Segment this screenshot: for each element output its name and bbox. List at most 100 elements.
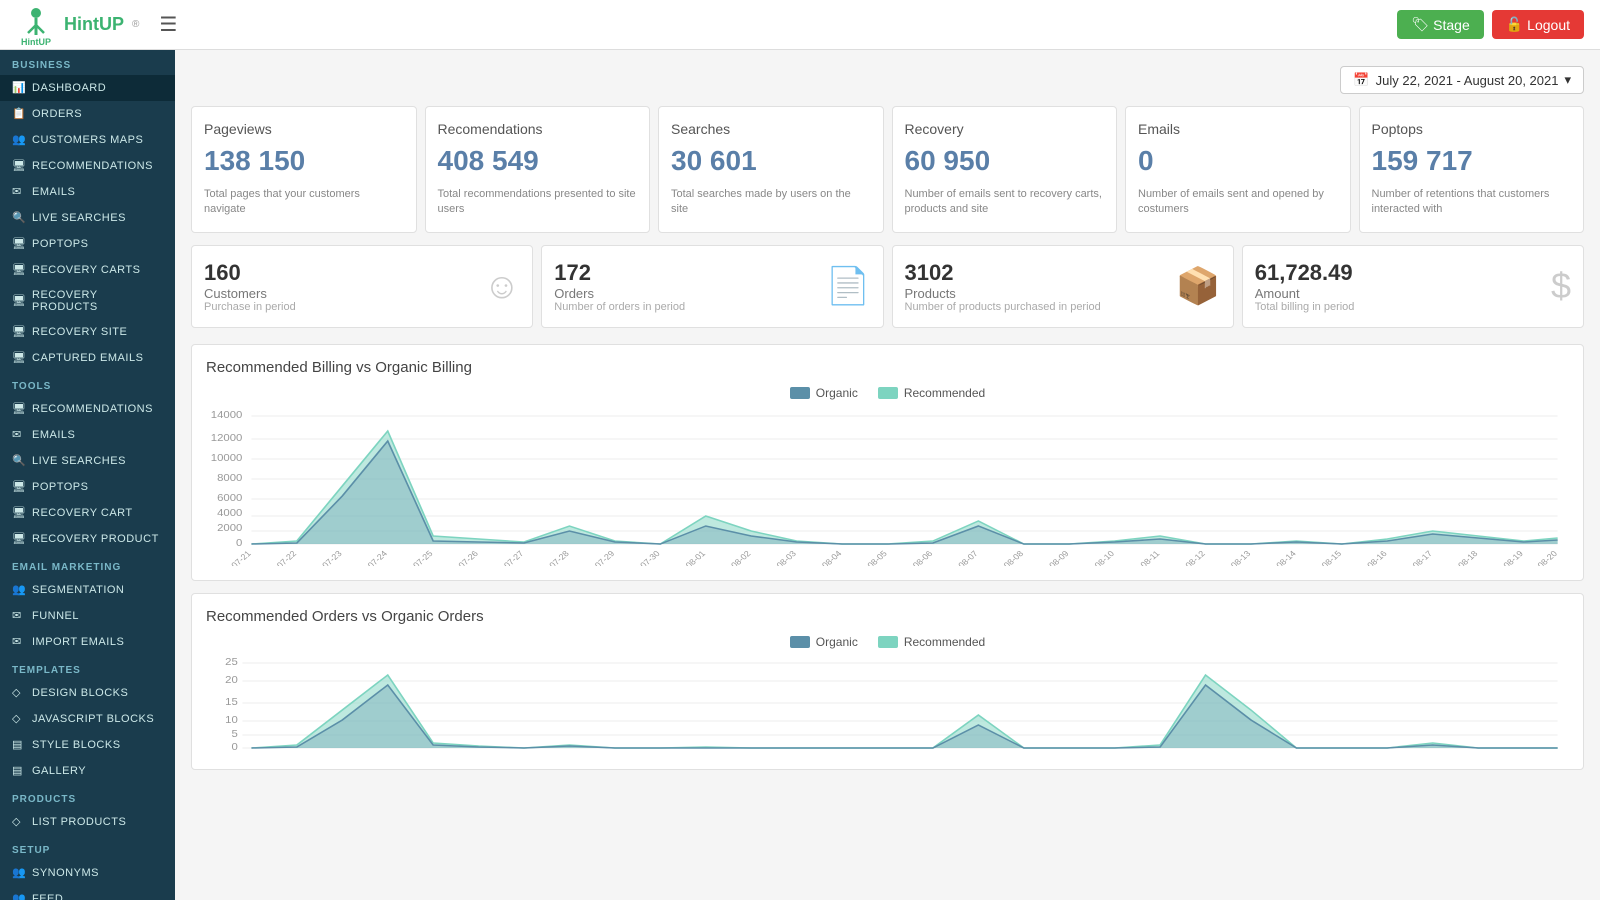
customers-num: 160 bbox=[204, 260, 296, 286]
feed-icon: 👥 bbox=[12, 892, 26, 900]
tools-live-icon: 🔍 bbox=[12, 454, 26, 468]
sidebar-item-recommendations[interactable]: 🖥RECOMMENDATIONS bbox=[0, 153, 175, 179]
top-header: HintUP HintUP ® ☰ 🏷 Stage 🔓 Logout bbox=[0, 0, 1600, 50]
svg-text:10000: 10000 bbox=[211, 452, 243, 463]
poptops-icon: 🖥 bbox=[12, 237, 26, 251]
svg-text:2000: 2000 bbox=[217, 522, 242, 533]
sidebar-item-funnel[interactable]: ✉FUNNEL bbox=[0, 603, 175, 629]
sidebar-item-style-blocks[interactable]: ▤STYLE BLOCKS bbox=[0, 732, 175, 758]
stat-card-emails: Emails 0 Number of emails sent and opene… bbox=[1125, 106, 1351, 233]
svg-text:2021-08-02: 2021-08-02 bbox=[712, 548, 753, 565]
products-sublabel: Number of products purchased in period bbox=[905, 301, 1101, 313]
sidebar-item-feed[interactable]: 👥FEED bbox=[0, 886, 175, 900]
sidebar-item-design-blocks[interactable]: ◇DESIGN BLOCKS bbox=[0, 680, 175, 706]
date-picker-row: 📅 July 22, 2021 - August 20, 2021 ▾ bbox=[191, 66, 1584, 94]
orders-icon: 📄 bbox=[826, 265, 871, 307]
legend-organic: Organic bbox=[790, 386, 858, 400]
chart1-recommended-line bbox=[251, 431, 1557, 544]
chart1-legend: Organic Recommended bbox=[206, 386, 1569, 400]
svg-text:2021-08-13: 2021-08-13 bbox=[1212, 548, 1253, 565]
design-blocks-icon: ◇ bbox=[12, 686, 26, 700]
chart1-title: Recommended Billing vs Organic Billing bbox=[206, 359, 1569, 376]
svg-text:2021-08-19: 2021-08-19 bbox=[1485, 548, 1526, 565]
sidebar-item-customers-maps[interactable]: 👥CUSTOMERS MAPS bbox=[0, 127, 175, 153]
sidebar-item-tools-recovery-product[interactable]: 🖥RECOVERY PRODUCT bbox=[0, 526, 175, 552]
sidebar-item-live-searches[interactable]: 🔍LIVE SEARCHES bbox=[0, 205, 175, 231]
stage-button[interactable]: 🏷 Stage bbox=[1397, 10, 1483, 39]
amount-label: Amount bbox=[1255, 286, 1355, 301]
products-label: Products bbox=[905, 286, 1101, 301]
chart1-container: 14000 12000 10000 8000 6000 4000 2000 0 bbox=[206, 406, 1569, 566]
date-picker-button[interactable]: 📅 July 22, 2021 - August 20, 2021 ▾ bbox=[1340, 66, 1584, 94]
sidebar-item-tools-recommendations[interactable]: 🖥RECOMMENDATIONS bbox=[0, 396, 175, 422]
sidebar-section-business: BUSINESS bbox=[0, 50, 175, 75]
recovery-desc: Number of emails sent to recovery carts,… bbox=[905, 187, 1105, 218]
svg-text:0: 0 bbox=[231, 741, 237, 752]
chart2-recommended-line bbox=[251, 675, 1557, 748]
stage-icon: 🏷 bbox=[1411, 16, 1429, 33]
sidebar: BUSINESS 📊DASHBOARD 📋ORDERS 👥CUSTOMERS M… bbox=[0, 50, 175, 900]
chart1-recommended-area bbox=[251, 431, 1557, 544]
customers-maps-icon: 👥 bbox=[12, 133, 26, 147]
sidebar-item-tools-emails[interactable]: ✉EMAILS bbox=[0, 422, 175, 448]
svg-text:2021-08-18: 2021-08-18 bbox=[1439, 548, 1480, 565]
pageviews-title: Pageviews bbox=[204, 121, 404, 137]
pageviews-desc: Total pages that your customers navigate bbox=[204, 187, 404, 218]
logo-text: HintUP bbox=[64, 14, 124, 35]
chart2-svg: 25 20 15 10 5 0 bbox=[206, 655, 1569, 755]
sidebar-item-recovery-site[interactable]: 🖥RECOVERY SITE bbox=[0, 319, 175, 345]
svg-text:HintUP: HintUP bbox=[21, 37, 51, 45]
chevron-down-icon: ▾ bbox=[1564, 72, 1571, 88]
svg-text:2021-08-01: 2021-08-01 bbox=[667, 548, 708, 565]
svg-text:2021-08-04: 2021-08-04 bbox=[803, 548, 844, 565]
svg-text:2021-08-15: 2021-08-15 bbox=[1303, 548, 1344, 565]
sidebar-item-captured-emails[interactable]: 🖥CAPTURED EMAILS bbox=[0, 345, 175, 371]
orders-icon: 📋 bbox=[12, 107, 26, 121]
svg-text:5: 5 bbox=[231, 728, 237, 739]
orders-sublabel: Number of orders in period bbox=[554, 301, 685, 313]
sidebar-item-javascript-blocks[interactable]: ◇JAVASCRIPT BLOCKS bbox=[0, 706, 175, 732]
sidebar-item-emails[interactable]: ✉EMAILS bbox=[0, 179, 175, 205]
sidebar-item-poptops[interactable]: 🖥POPTOPS bbox=[0, 231, 175, 257]
legend2-organic: Organic bbox=[790, 635, 858, 649]
svg-text:2021-08-20: 2021-08-20 bbox=[1519, 548, 1560, 565]
svg-text:2021-08-14: 2021-08-14 bbox=[1258, 548, 1299, 565]
sidebar-item-tools-recovery-cart[interactable]: 🖥RECOVERY CART bbox=[0, 500, 175, 526]
chart1-organic-area bbox=[251, 441, 1557, 544]
import-emails-icon: ✉ bbox=[12, 635, 26, 649]
sidebar-item-tools-live-searches[interactable]: 🔍LIVE SEARCHES bbox=[0, 448, 175, 474]
emails-icon: ✉ bbox=[12, 185, 26, 199]
svg-text:14000: 14000 bbox=[211, 409, 243, 420]
svg-text:2021-07-21: 2021-07-21 bbox=[213, 548, 254, 565]
emails-title: Emails bbox=[1138, 121, 1338, 137]
sidebar-item-orders[interactable]: 📋ORDERS bbox=[0, 101, 175, 127]
logout-button[interactable]: 🔓 Logout bbox=[1492, 10, 1584, 39]
sidebar-item-recovery-carts[interactable]: 🖥RECOVERY CARTS bbox=[0, 257, 175, 283]
orders-num: 172 bbox=[554, 260, 685, 286]
svg-text:20: 20 bbox=[225, 674, 238, 685]
svg-text:2021-08-11: 2021-08-11 bbox=[1122, 548, 1162, 565]
stat-card-poptops: Poptops 159 717 Number of retentions tha… bbox=[1359, 106, 1585, 233]
recommended2-color-swatch bbox=[878, 636, 898, 648]
sidebar-item-recovery-products[interactable]: 🖥RECOVERY PRODUCTS bbox=[0, 283, 175, 319]
sidebar-item-import-emails[interactable]: ✉IMPORT EMAILS bbox=[0, 629, 175, 655]
svg-text:10: 10 bbox=[225, 714, 238, 725]
stat-card-recommendations: Recomendations 408 549 Total recommendat… bbox=[425, 106, 651, 233]
tools-rec-cart-icon: 🖥 bbox=[12, 506, 26, 520]
sidebar-item-segmentation[interactable]: 👥SEGMENTATION bbox=[0, 577, 175, 603]
sidebar-item-list-products[interactable]: ◇LIST PRODUCTS bbox=[0, 809, 175, 835]
sidebar-item-tools-poptops[interactable]: 🖥POPTOPS bbox=[0, 474, 175, 500]
svg-text:4000: 4000 bbox=[217, 507, 242, 518]
svg-text:2021-08-09: 2021-08-09 bbox=[1030, 548, 1071, 565]
organic-color-swatch bbox=[790, 387, 810, 399]
live-searches-icon: 🔍 bbox=[12, 211, 26, 225]
summary-card-products: 3102 Products Number of products purchas… bbox=[892, 245, 1234, 328]
sidebar-item-synonyms[interactable]: 👥SYNONYMS bbox=[0, 860, 175, 886]
sidebar-item-gallery[interactable]: ▤GALLERY bbox=[0, 758, 175, 784]
sidebar-section-tools: TOOLS bbox=[0, 371, 175, 396]
amount-icon: $ bbox=[1551, 265, 1571, 307]
hamburger-button[interactable]: ☰ bbox=[159, 12, 177, 37]
sidebar-item-dashboard[interactable]: 📊DASHBOARD bbox=[0, 75, 175, 101]
recommended-color-swatch bbox=[878, 387, 898, 399]
recommended-label: Recommended bbox=[904, 386, 985, 400]
